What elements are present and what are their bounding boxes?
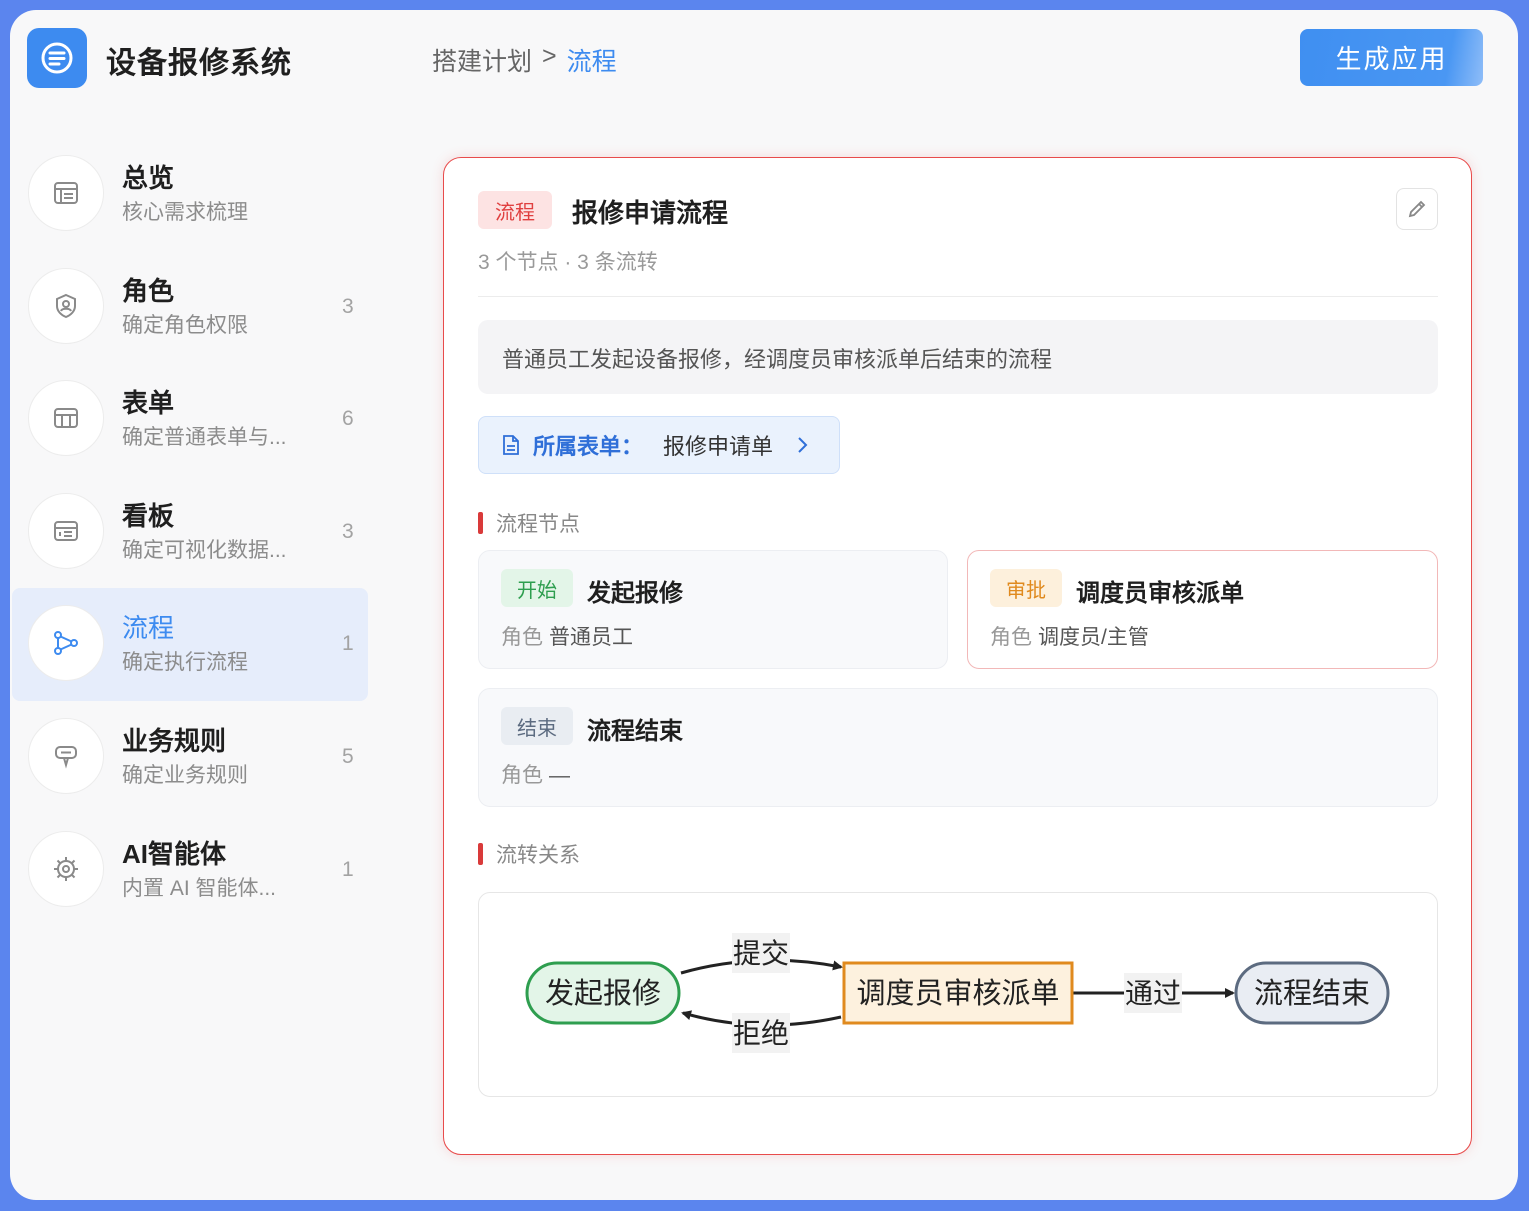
sidebar-item-count: 3 [342,294,354,318]
app-title: 设备报修系统 [106,47,292,80]
breadcrumb-parent[interactable]: 搭建计划 [432,42,532,78]
related-form-value: 报修申请单 [663,434,774,459]
sidebar-item-flow[interactable]: 流程 确定执行流程 1 [12,588,368,701]
pencil-icon [1408,200,1426,218]
sidebar-item-ai-agents[interactable]: AI智能体 内置 AI 智能体... 1 [12,814,368,927]
sidebar-item-label: 流程 [122,613,175,644]
app-logo-icon [27,28,87,88]
node-type-tag: 结束 [501,707,573,745]
nodes-section-title: 流程节点 [478,508,580,538]
sidebar-item-count: 1 [342,632,354,656]
app-window: 设备报修系统 搭建计划 > 流程 生成应用 总览 核心需求梳理 角色 确定角色权… [10,10,1518,1200]
diagram-node-start-label: 发起报修 [545,976,661,1010]
node-name: 发起报修 [587,580,683,607]
overview-icon [28,155,104,231]
node-role: 角色 — [501,759,570,789]
flow-title: 报修申请流程 [572,198,729,228]
sidebar-item-rules[interactable]: 业务规则 确定业务规则 5 [12,701,368,814]
node-role-label: 角色 [501,626,543,649]
nodes-section-label: 流程节点 [496,513,580,536]
node-role-label: 角色 [990,626,1032,649]
breadcrumb: 搭建计划 > 流程 [432,42,617,78]
sidebar-item-roles[interactable]: 角色 确定角色权限 3 [12,251,368,364]
sidebar-item-label: 业务规则 [122,725,227,756]
sidebar-item-count: 5 [342,744,354,768]
sidebar-item-sub: 确定普通表单与... [122,426,287,450]
document-icon [503,435,519,455]
node-type-tag: 开始 [501,569,573,607]
node-card-end[interactable]: 结束 流程结束 角色 — [478,688,1438,807]
flow-diagram: 提交 拒绝 通过 发起报修 调度员审核派单 流程结束 [478,892,1438,1097]
shield-user-icon [28,267,104,344]
divider [478,296,1438,297]
node-role-value: 调度员/主管 [1038,626,1149,649]
sidebar-item-sub: 确定业务规则 [122,763,248,787]
edge-label-reject: 拒绝 [733,1017,789,1050]
node-role: 角色 普通员工 [501,621,633,651]
sidebar-item-sub: 核心需求梳理 [122,201,248,224]
node-name: 调度员审核派单 [1076,580,1244,607]
table-icon [28,380,104,457]
node-role-value: — [549,764,570,787]
section-marker [478,512,483,534]
sidebar-item-overview[interactable]: 总览 核心需求梳理 [12,138,368,251]
node-card-approve[interactable]: 审批 调度员审核派单 角色 调度员/主管 [967,550,1438,669]
node-role: 角色 调度员/主管 [990,621,1149,651]
flow-detail-card: 流程 报修申请流程 3 个节点 · 3 条流转 普通员工发起设备报修，经调度员审… [443,157,1472,1155]
sidebar-item-label: 总览 [122,163,175,193]
sidebar-item-sub: 确定角色权限 [122,313,248,337]
diagram-node-approve-label: 调度员审核派单 [856,976,1059,1010]
node-role-label: 角色 [501,764,543,787]
edge-label-submit: 提交 [733,937,789,970]
sidebar-item-sub: 确定执行流程 [122,651,248,675]
generate-app-button[interactable]: 生成应用 [1300,29,1483,86]
flow-description: 普通员工发起设备报修，经调度员审核派单后结束的流程 [478,320,1438,394]
dashboard-icon [28,492,104,569]
edge-label-pass: 通过 [1125,977,1181,1010]
edit-button[interactable] [1396,188,1438,230]
node-role-value: 普通员工 [549,626,633,649]
sidebar-item-label: 表单 [122,388,175,419]
flow-diagram-svg: 提交 拒绝 通过 发起报修 调度员审核派单 流程结束 [525,933,1390,1053]
breadcrumb-separator: > [542,42,557,70]
node-name: 流程结束 [587,718,683,745]
related-form-label: 所属表单： [533,434,644,459]
sidebar-item-label: 角色 [122,275,175,306]
section-marker [478,843,483,865]
sidebar-item-count: 6 [342,407,354,431]
transitions-section-title: 流转关系 [478,839,580,869]
sidebar-item-sub: 确定可视化数据... [122,538,287,562]
diagram-node-end-label: 流程结束 [1254,976,1370,1010]
sidebar-item-count: 3 [342,519,354,543]
transitions-section-label: 流转关系 [496,844,580,867]
flow-icon [28,605,104,682]
flow-meta: 3 个节点 · 3 条流转 [478,251,658,274]
sidebar-item-label: AI智能体 [122,838,227,869]
breadcrumb-current: 流程 [566,48,617,76]
node-card-start[interactable]: 开始 发起报修 角色 普通员工 [478,550,948,669]
node-type-tag: 审批 [990,569,1062,607]
sidebar-item-label: 看板 [122,500,175,531]
rule-icon [28,717,104,794]
related-form-link[interactable]: 所属表单： 报修申请单 [478,416,840,474]
sidebar-item-count: 1 [342,857,354,881]
chevron-right-icon [798,437,808,453]
ai-chip-icon [28,830,104,907]
sidebar: 总览 核心需求梳理 角色 确定角色权限 3 表单 确定普通表单与... 6 看板… [10,138,370,926]
sidebar-item-dashboards[interactable]: 看板 确定可视化数据... 3 [12,476,368,589]
flow-type-tag: 流程 [478,191,552,229]
sidebar-item-forms[interactable]: 表单 确定普通表单与... 6 [12,363,368,476]
sidebar-item-sub: 内置 AI 智能体... [122,876,277,900]
